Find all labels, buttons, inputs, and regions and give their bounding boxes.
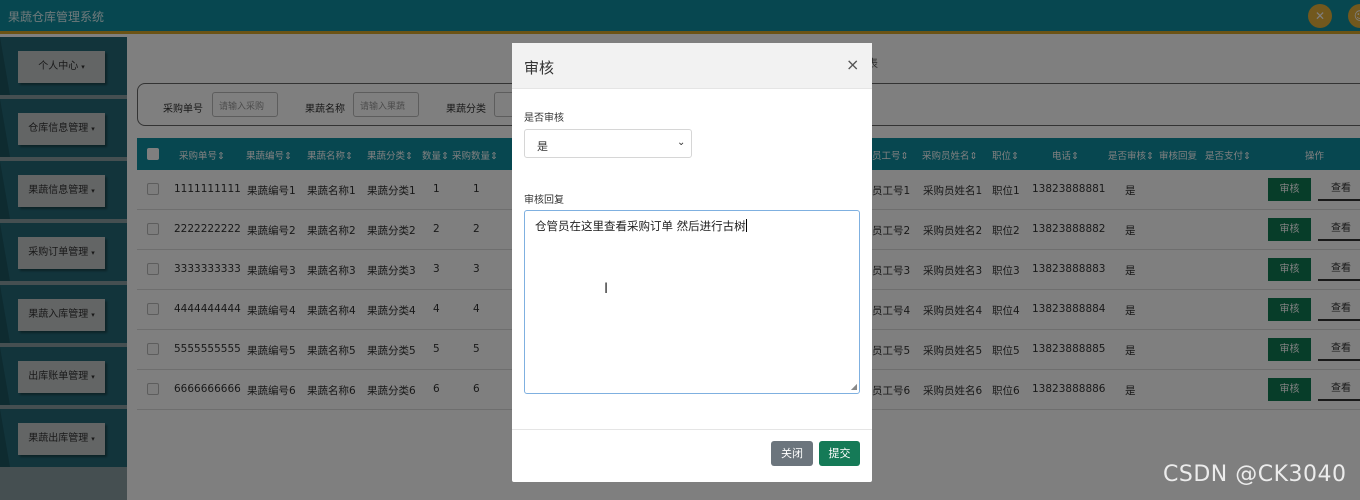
text-cursor [745,219,747,232]
watermark: CSDN @CK3040 [1163,462,1347,487]
audit-modal: 审核 × 是否审核 是 ⌄ 审核回复 仓管员在这里查看采购订单 然后进行古树 I… [512,43,872,482]
resize-handle-icon[interactable]: ◢ [851,382,857,391]
ibeam-cursor-icon: I [604,281,609,297]
modal-footer-divider [512,429,872,430]
audit-field-label: 是否审核 [524,113,564,124]
close-icon[interactable]: × [846,55,859,74]
modal-header: 审核 × [512,43,872,89]
modal-title: 审核 [524,59,555,77]
submit-button[interactable]: 提交 [819,441,860,466]
reply-textarea[interactable]: 仓管员在这里查看采购订单 然后进行古树 I ◢ [524,210,860,394]
audit-select[interactable]: 是 ⌄ [524,129,692,158]
close-button[interactable]: 关闭 [771,441,813,466]
reply-text-content: 仓管员在这里查看采购订单 然后进行古树 [535,219,746,233]
audit-select-value: 是 [537,140,548,153]
reply-field-label: 审核回复 [524,195,564,206]
chevron-down-icon: ⌄ [677,137,686,148]
reply-text: 仓管员在这里查看采购订单 然后进行古树 [535,218,747,234]
